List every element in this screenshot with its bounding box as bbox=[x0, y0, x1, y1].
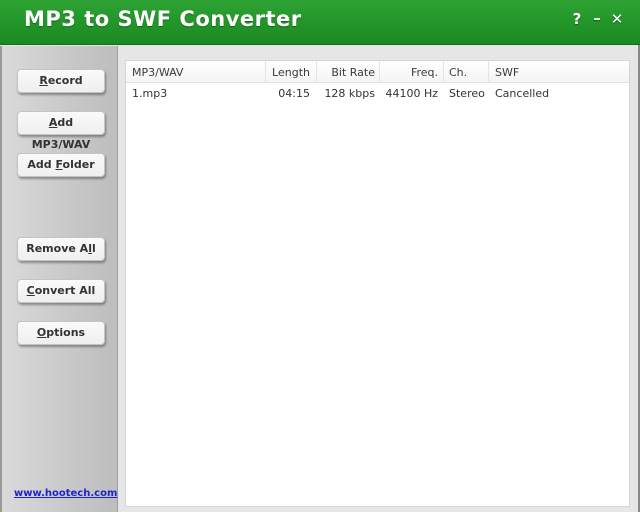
column-separator[interactable] bbox=[488, 61, 489, 83]
remove-all-button[interactable]: Remove All bbox=[17, 237, 105, 261]
column-header-name[interactable]: MP3/WAV bbox=[132, 66, 183, 79]
options-button[interactable]: Options bbox=[17, 321, 105, 345]
close-icon[interactable]: ✕ bbox=[609, 10, 625, 28]
website-link[interactable]: www.hootech.com bbox=[14, 488, 117, 499]
cell-channels: Stereo bbox=[449, 87, 485, 100]
cell-bitrate: 128 kbps bbox=[324, 87, 375, 100]
sidebar: Record Add MP3/WAV Add Folder Remove All… bbox=[0, 46, 118, 512]
convert-all-button[interactable]: Convert All bbox=[17, 279, 105, 303]
column-header-length[interactable]: Length bbox=[266, 66, 310, 79]
app-title: MP3 to SWF Converter bbox=[24, 7, 302, 31]
cell-freq: 44100 Hz bbox=[385, 87, 438, 100]
record-button[interactable]: Record bbox=[17, 69, 105, 93]
cell-length: 04:15 bbox=[278, 87, 310, 100]
cell-swf-status: Cancelled bbox=[495, 87, 550, 100]
column-header-channels[interactable]: Ch. bbox=[449, 66, 467, 79]
table-header: MP3/WAV Length Bit Rate Freq. Ch. SWF bbox=[126, 61, 629, 83]
add-folder-button[interactable]: Add Folder bbox=[17, 153, 105, 177]
help-icon[interactable]: ? bbox=[569, 10, 585, 28]
column-separator[interactable] bbox=[443, 61, 444, 83]
minimize-icon[interactable]: – bbox=[589, 9, 605, 27]
column-header-swf[interactable]: SWF bbox=[495, 66, 519, 79]
title-bar[interactable]: MP3 to SWF Converter ? – ✕ bbox=[0, 0, 640, 45]
add-mp3-wav-button[interactable]: Add MP3/WAV bbox=[17, 111, 105, 151]
column-header-bitrate[interactable]: Bit Rate bbox=[317, 66, 375, 79]
file-list[interactable]: MP3/WAV Length Bit Rate Freq. Ch. SWF 1.… bbox=[125, 60, 630, 507]
column-header-freq[interactable]: Freq. bbox=[380, 66, 438, 79]
app-window: MP3 to SWF Converter ? – ✕ Record Add MP… bbox=[0, 0, 640, 512]
cell-name: 1.mp3 bbox=[132, 87, 168, 100]
table-row[interactable]: 1.mp3 04:15 128 kbps 44100 Hz Stereo Can… bbox=[126, 84, 629, 102]
